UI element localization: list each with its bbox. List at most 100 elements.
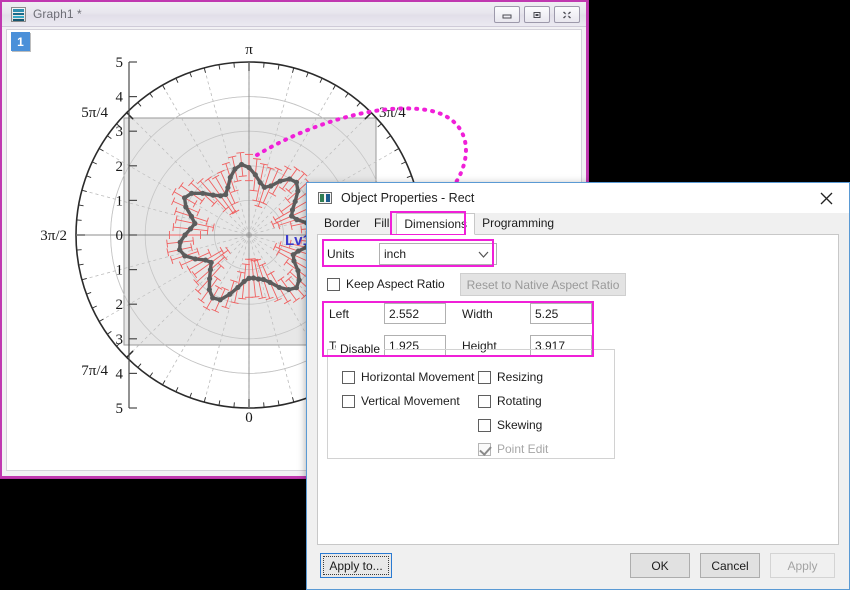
data-point [203, 257, 208, 262]
vertical-movement-label: Vertical Movement [361, 394, 460, 408]
angle-label-0: 0 [245, 410, 253, 426]
graph-titlebar[interactable]: Graph1 * [2, 2, 586, 27]
data-point [296, 248, 301, 253]
data-point [177, 247, 182, 252]
disable-vertical-movement-row[interactable]: Vertical Movement [342, 394, 460, 408]
data-point [258, 180, 263, 185]
data-point [242, 279, 247, 284]
data-point [291, 252, 296, 257]
dialog-tabstrip: Border Fill Dimensions Programming [317, 213, 839, 235]
units-label: Units [327, 247, 379, 261]
units-row: Units inchcmmmpixelpoint% of page [327, 243, 497, 265]
disable-group-legend: Disable [336, 342, 384, 356]
tab-border[interactable]: Border [317, 212, 367, 234]
rotating-checkbox[interactable] [478, 395, 491, 408]
data-point [208, 267, 213, 272]
ok-button[interactable]: OK [630, 553, 690, 578]
tab-dimensions[interactable]: Dimensions [396, 213, 475, 235]
apply-to-button[interactable]: Apply to... [320, 553, 392, 578]
horizontal-movement-checkbox[interactable] [342, 371, 355, 384]
data-point [188, 226, 193, 231]
data-point [261, 277, 266, 282]
properties-icon [318, 192, 332, 204]
data-point [256, 276, 261, 281]
data-point [218, 193, 223, 198]
data-point [218, 297, 223, 302]
rotating-label: Rotating [497, 394, 542, 408]
data-point [183, 204, 188, 209]
data-point [210, 295, 215, 300]
data-point [290, 207, 295, 212]
cancel-button[interactable]: Cancel [700, 553, 760, 578]
width-input[interactable] [530, 303, 592, 324]
data-point [294, 217, 299, 222]
data-point [178, 240, 183, 245]
data-point [251, 275, 256, 280]
data-point [294, 180, 299, 185]
dialog-titlebar[interactable]: Object Properties - Rect [307, 183, 849, 213]
vertical-movement-checkbox[interactable] [342, 395, 355, 408]
angle-label-3pi-2: 3π/2 [40, 228, 67, 244]
data-point [286, 287, 291, 292]
disable-resizing-row[interactable]: Resizing [478, 370, 543, 384]
data-point [246, 276, 251, 281]
disable-group: Disable Horizontal Movement Vertical Mov… [327, 349, 615, 459]
graph-icon [11, 7, 26, 22]
data-point [253, 172, 258, 177]
radial-tick-label: 3 [116, 332, 124, 348]
minimize-button[interactable] [494, 6, 520, 23]
data-point [295, 268, 300, 273]
radial-tick-label: 5 [116, 55, 124, 71]
data-point [228, 175, 233, 180]
radial-tick-label: 4 [116, 366, 124, 382]
point-edit-checkbox [478, 443, 491, 456]
data-point [182, 232, 187, 237]
dialog-close-icon[interactable] [804, 183, 849, 213]
resizing-label: Resizing [497, 370, 543, 384]
angle-label-7pi-4: 7π/4 [81, 363, 108, 379]
restore-button[interactable] [524, 6, 550, 23]
keep-aspect-ratio-label: Keep Aspect Ratio [346, 277, 445, 291]
tab-programming[interactable]: Programming [475, 212, 561, 234]
graph-window-title: Graph1 * [33, 7, 82, 21]
data-point [192, 221, 197, 226]
data-point [293, 199, 298, 204]
data-point [289, 213, 294, 218]
data-point [295, 188, 300, 193]
radial-tick-label: 1 [116, 193, 124, 209]
screen-root: Graph1 * 1 [0, 0, 850, 590]
point-edit-label: Point Edit [497, 442, 548, 456]
resizing-checkbox[interactable] [478, 371, 491, 384]
data-point [207, 287, 212, 292]
dialog-footer: Apply to... OK Cancel Apply [307, 545, 849, 589]
data-point [193, 256, 198, 261]
data-point [227, 292, 232, 297]
keep-aspect-ratio-row[interactable]: Keep Aspect Ratio [327, 277, 445, 291]
tab-fill[interactable]: Fill [367, 212, 396, 234]
left-input[interactable] [384, 303, 446, 324]
radial-tick-label: 2 [116, 297, 124, 313]
data-point [262, 185, 267, 190]
data-point [239, 162, 244, 167]
data-point [268, 183, 273, 188]
data-point [223, 192, 228, 197]
disable-skewing-row[interactable]: Skewing [478, 418, 542, 432]
data-point [209, 260, 214, 265]
disable-horizontal-movement-row[interactable]: Horizontal Movement [342, 370, 474, 384]
data-point [211, 193, 216, 198]
skewing-checkbox[interactable] [478, 419, 491, 432]
disable-rotating-row[interactable]: Rotating [478, 394, 542, 408]
keep-aspect-ratio-checkbox[interactable] [327, 278, 340, 291]
close-button[interactable] [554, 6, 580, 23]
units-select[interactable]: inchcmmmpixelpoint% of page [379, 243, 497, 265]
data-point [232, 166, 237, 171]
radial-tick-label: 1 [116, 263, 124, 279]
radial-tick-label: 5 [116, 401, 124, 417]
data-point [287, 176, 292, 181]
horizontal-movement-label: Horizontal Movement [361, 370, 474, 384]
data-point [200, 191, 205, 196]
data-point [268, 280, 273, 285]
data-point [294, 285, 299, 290]
left-label: Left [329, 307, 349, 321]
width-label: Width [462, 307, 493, 321]
